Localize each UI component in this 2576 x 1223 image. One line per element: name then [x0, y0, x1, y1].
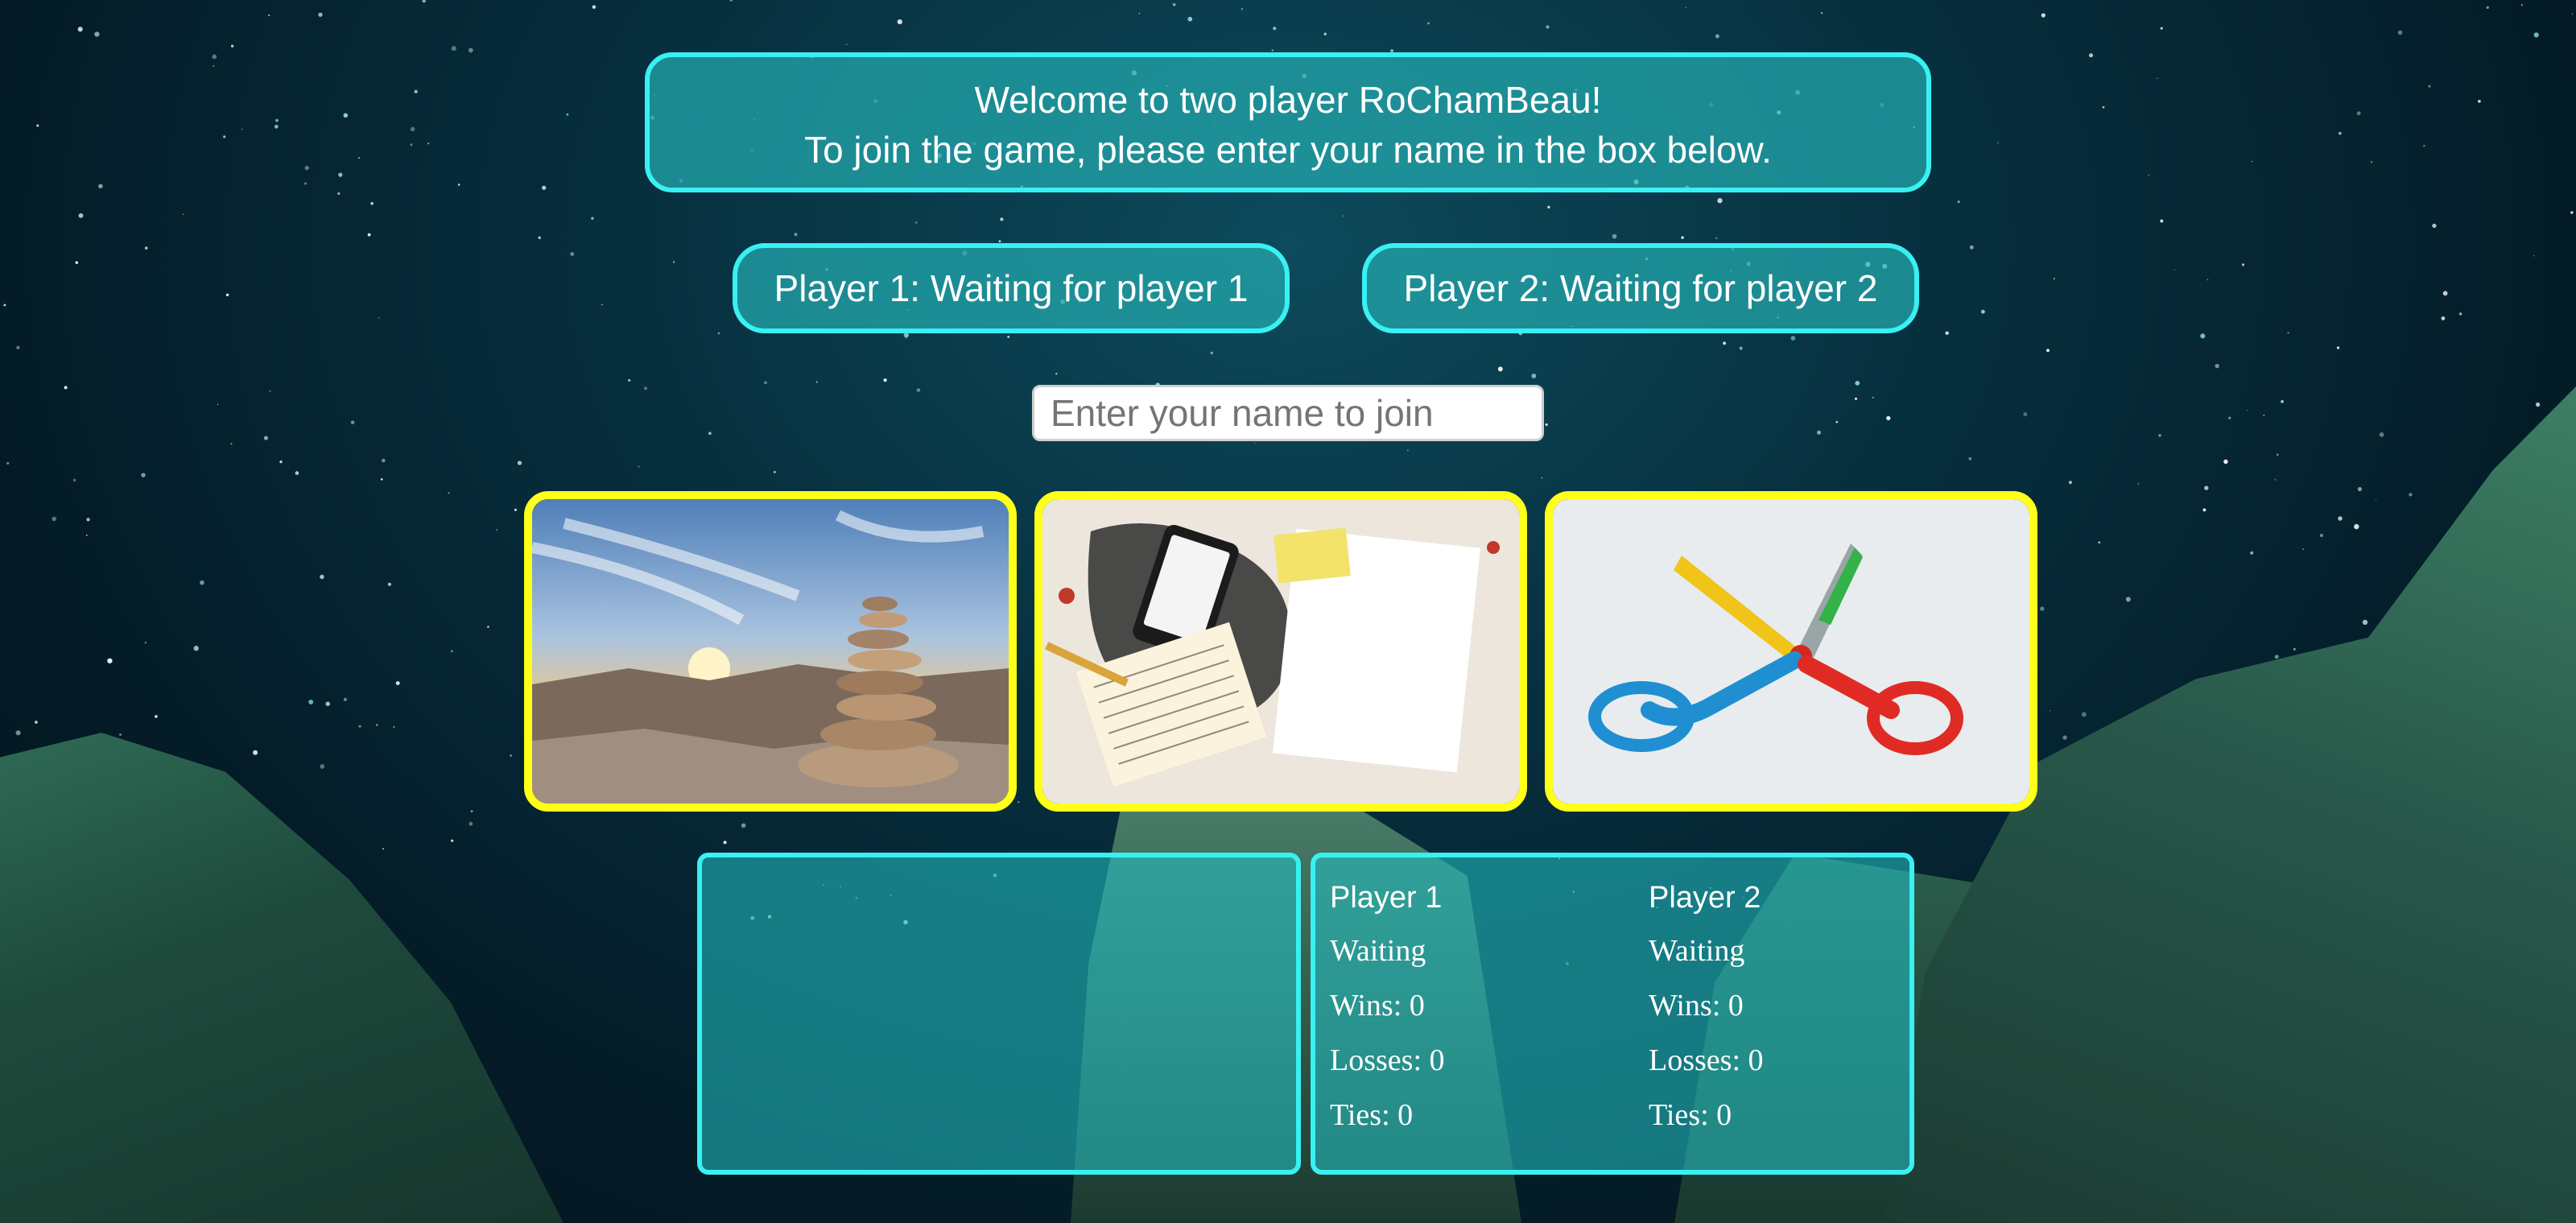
player-2-wins: Wins: 0 — [1649, 989, 1744, 1023]
rock-choice-button[interactable] — [524, 491, 1017, 812]
scoreboard-panel: Player 1 Waiting Wins: 0 Losses: 0 Ties:… — [1311, 853, 1914, 1175]
round-result-panel — [697, 853, 1301, 1175]
player-1-score-column: Player 1 Waiting Wins: 0 Losses: 0 Ties:… — [1330, 872, 1620, 1142]
name-join-input[interactable] — [1032, 385, 1544, 441]
player-2-score-header: Player 2 — [1649, 881, 1761, 915]
player-1-losses: Losses: 0 — [1330, 1043, 1445, 1077]
player-2-state: Waiting — [1649, 934, 1745, 968]
rock-cairn-image — [532, 499, 1009, 804]
welcome-instructions: To join the game, please enter your name… — [804, 129, 1772, 171]
player-2-score-column: Player 2 Waiting Wins: 0 Losses: 0 Ties:… — [1649, 872, 1938, 1142]
welcome-title: Welcome to two player RoChamBeau! — [974, 79, 1602, 121]
scissors-choice-button[interactable] — [1545, 491, 2037, 812]
player-2-losses: Losses: 0 — [1649, 1043, 1764, 1077]
player-1-state: Waiting — [1330, 934, 1426, 968]
player-2-status: Player 2: Waiting for player 2 — [1362, 243, 1919, 333]
player-1-score-header: Player 1 — [1330, 881, 1443, 915]
player-1-ties: Ties: 0 — [1330, 1098, 1414, 1132]
player-2-ties: Ties: 0 — [1649, 1098, 1732, 1132]
paper-choice-button[interactable] — [1034, 491, 1527, 812]
welcome-banner: Welcome to two player RoChamBeau! To joi… — [645, 52, 1931, 192]
player-1-status: Player 1: Waiting for player 1 — [733, 243, 1290, 333]
player-1-wins: Wins: 0 — [1330, 989, 1425, 1023]
paper-sheets-image — [1042, 499, 1519, 804]
scissors-image — [1553, 499, 2029, 804]
